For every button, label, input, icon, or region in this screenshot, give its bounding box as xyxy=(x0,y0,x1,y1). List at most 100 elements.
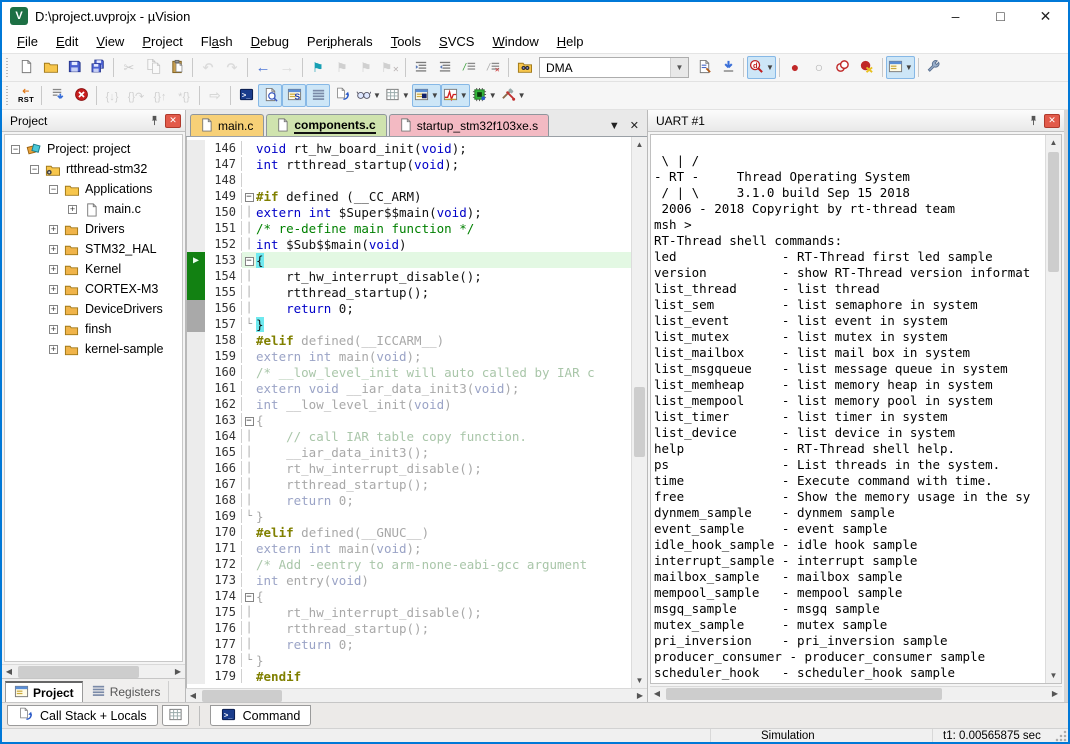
cut-button[interactable]: ✂ xyxy=(117,56,141,79)
editor-tab-startup-stm32f103xe-s[interactable]: startup_stm32f103xe.s xyxy=(389,114,549,136)
tab-registers[interactable]: Registers xyxy=(83,681,170,702)
undo-button[interactable]: ↶ xyxy=(196,56,220,79)
configure-button[interactable] xyxy=(922,56,946,79)
save-all-button[interactable] xyxy=(86,56,110,79)
tab-project[interactable]: Project xyxy=(5,681,83,702)
disable-breakpoint-button[interactable]: ○ xyxy=(807,56,831,79)
collapse-icon[interactable]: − xyxy=(49,185,58,194)
chevron-down-icon[interactable]: ▼ xyxy=(670,58,688,77)
menu-tools[interactable]: Tools xyxy=(382,31,430,52)
copy-button[interactable] xyxy=(141,56,165,79)
watch-window-button[interactable]: ▼ xyxy=(354,84,383,107)
breakpoint-gutter[interactable] xyxy=(187,620,205,636)
command-window-button[interactable]: >_ xyxy=(234,84,258,107)
breakpoint-gutter[interactable] xyxy=(187,524,205,540)
scroll-up-icon[interactable]: ▲ xyxy=(1046,135,1061,150)
start-stop-debug-button[interactable]: d▼ xyxy=(747,56,776,79)
step-over-button[interactable]: {}↷ xyxy=(124,84,148,107)
bookmark-prev-button[interactable]: ⚑ xyxy=(330,56,354,79)
call-stack-window-button[interactable] xyxy=(330,84,354,107)
collapse-icon[interactable]: − xyxy=(11,145,20,154)
bookmark-clear-all-button[interactable]: ⚑✕ xyxy=(378,56,402,79)
breakpoint-gutter[interactable] xyxy=(187,348,205,364)
tab-list-icon[interactable]: ▼ xyxy=(609,120,620,132)
toolbar-grip[interactable] xyxy=(6,58,12,78)
toolbar-grip[interactable] xyxy=(6,86,12,106)
tree-item-stm32-hal[interactable]: +STM32_HAL xyxy=(5,239,182,259)
breakpoint-gutter[interactable] xyxy=(187,492,205,508)
breakpoint-gutter[interactable] xyxy=(187,428,205,444)
breakpoint-gutter[interactable] xyxy=(187,636,205,652)
run-button[interactable] xyxy=(45,84,69,107)
breakpoint-gutter[interactable] xyxy=(187,396,205,412)
system-viewer-button[interactable]: ▼ xyxy=(470,84,499,107)
breakpoint-gutter[interactable] xyxy=(187,284,205,300)
fold-collapse-icon[interactable]: − xyxy=(245,257,254,266)
scroll-left-icon[interactable]: ◀ xyxy=(2,665,16,679)
breakpoint-gutter[interactable] xyxy=(187,268,205,284)
breakpoint-gutter[interactable] xyxy=(187,220,205,236)
resize-grip[interactable] xyxy=(1054,729,1068,742)
breakpoint-gutter[interactable] xyxy=(187,316,205,332)
menu-peripherals[interactable]: Peripherals xyxy=(298,31,382,52)
save-button[interactable] xyxy=(62,56,86,79)
menu-flash[interactable]: Flash xyxy=(192,31,242,52)
breakpoint-gutter[interactable] xyxy=(187,460,205,476)
reset-cpu-button[interactable]: ➜RST xyxy=(14,84,38,107)
tree-item-cortex-m3[interactable]: +CORTEX-M3 xyxy=(5,279,182,299)
expand-icon[interactable]: + xyxy=(49,325,58,334)
execution-arrow-icon[interactable]: ▶ xyxy=(187,252,205,268)
expand-icon[interactable]: + xyxy=(49,245,58,254)
select-target-combo[interactable]: DMA▼ xyxy=(539,57,689,78)
tab-command[interactable]: >_ Command xyxy=(210,705,312,726)
breakpoint-gutter[interactable] xyxy=(187,204,205,220)
close-document-icon[interactable]: ✕ xyxy=(630,119,639,132)
expand-icon[interactable]: + xyxy=(49,225,58,234)
breakpoint-gutter[interactable] xyxy=(187,476,205,492)
breakpoint-gutter[interactable] xyxy=(187,588,205,604)
expand-icon[interactable]: + xyxy=(49,265,58,274)
scroll-right-icon[interactable]: ▶ xyxy=(633,689,647,703)
scroll-up-icon[interactable]: ▲ xyxy=(632,137,647,152)
collapse-icon[interactable]: − xyxy=(30,165,39,174)
insert-breakpoint-button[interactable]: ● xyxy=(783,56,807,79)
breakpoint-gutter[interactable] xyxy=(187,412,205,428)
fold-collapse-icon[interactable]: − xyxy=(245,593,254,602)
maximize-button[interactable]: □ xyxy=(978,2,1023,30)
tree-item-devicedrivers[interactable]: +DeviceDrivers xyxy=(5,299,182,319)
menu-file[interactable]: File xyxy=(8,31,47,52)
editor-hscrollbar[interactable]: ◀ ▶ xyxy=(186,688,647,702)
outdent-button[interactable] xyxy=(433,56,457,79)
load-application-button[interactable] xyxy=(512,56,536,79)
run-to-cursor-button[interactable]: *{} xyxy=(172,84,196,107)
breakpoint-gutter[interactable] xyxy=(187,140,205,156)
breakpoint-gutter[interactable] xyxy=(187,556,205,572)
fold-collapse-icon[interactable]: − xyxy=(245,417,254,426)
memory-window-button[interactable]: ▼ xyxy=(383,84,412,107)
options-for-target-button[interactable] xyxy=(692,56,716,79)
minimize-button[interactable]: – xyxy=(933,2,978,30)
tree-item-finsh[interactable]: +finsh xyxy=(5,319,182,339)
breakpoint-gutter[interactable] xyxy=(187,332,205,348)
symbols-window-button[interactable]: S xyxy=(282,84,306,107)
expand-icon[interactable]: + xyxy=(68,205,77,214)
menu-svcs[interactable]: SVCS xyxy=(430,31,483,52)
tree-item-project-project[interactable]: −Project: project xyxy=(5,139,182,159)
tree-item-kernel[interactable]: +Kernel xyxy=(5,259,182,279)
comment-selection-button[interactable]: / xyxy=(457,56,481,79)
bookmark-next-button[interactable]: ⚑ xyxy=(354,56,378,79)
disassembly-window-button[interactable] xyxy=(258,84,282,107)
scroll-down-icon[interactable]: ▼ xyxy=(632,673,647,688)
project-tree-hscrollbar[interactable]: ◀ ▶ xyxy=(2,664,185,678)
editor-vscrollbar[interactable]: ▲ ▼ xyxy=(631,137,647,688)
breakpoint-gutter[interactable] xyxy=(187,172,205,188)
kill-all-breakpoints-button[interactable] xyxy=(855,56,879,79)
code-area[interactable]: 146void rt_hw_board_init(void);147int rt… xyxy=(186,137,647,688)
registers-window-button[interactable] xyxy=(306,84,330,107)
menu-debug[interactable]: Debug xyxy=(242,31,298,52)
editor-tab-main-c[interactable]: main.c xyxy=(190,114,264,136)
breakpoint-gutter[interactable] xyxy=(187,508,205,524)
uart-vscrollbar[interactable]: ▲ ▼ xyxy=(1045,135,1061,683)
uart-panel-close-icon[interactable]: ✕ xyxy=(1044,114,1060,128)
expand-icon[interactable]: + xyxy=(49,345,58,354)
